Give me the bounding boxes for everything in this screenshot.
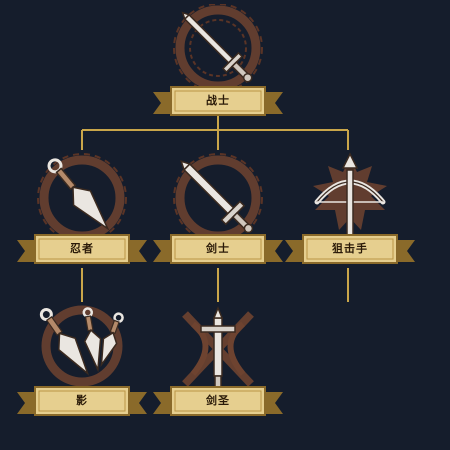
class-label-warrior: 战士	[206, 94, 230, 107]
class-label-sword-master: 剑圣	[206, 394, 230, 407]
class-label-ninja: 忍者	[70, 242, 94, 255]
class-node-swordsman[interactable]: 剑士	[153, 152, 283, 282]
class-node-sword-master[interactable]: 剑圣	[153, 304, 283, 434]
class-label-sniper: 狙击手	[332, 242, 368, 255]
class-node-sniper[interactable]: 狙击手	[285, 152, 415, 282]
class-tree: 战士 忍者 剑士 狙击手 影 剑圣	[0, 0, 450, 450]
class-node-shadow[interactable]: 影	[17, 304, 147, 434]
class-label-swordsman: 剑士	[206, 242, 230, 255]
class-node-ninja[interactable]: 忍者	[17, 152, 147, 282]
class-node-warrior[interactable]: 战士	[153, 4, 283, 134]
class-label-shadow: 影	[76, 394, 88, 407]
